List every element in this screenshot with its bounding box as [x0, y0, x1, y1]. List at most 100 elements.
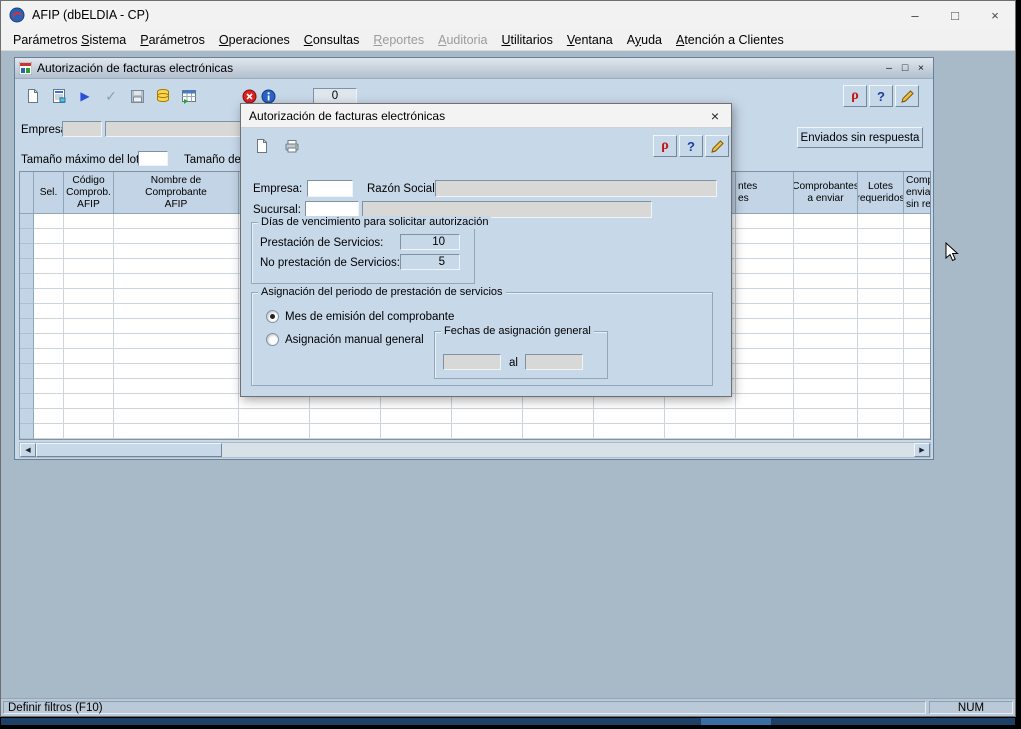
table-cell	[114, 334, 239, 349]
table-cell	[20, 349, 34, 364]
menu-item[interactable]: Atención a Clientes	[669, 31, 791, 49]
column-header[interactable]: Lotes requeridos	[858, 172, 904, 213]
table-cell	[794, 424, 858, 439]
menu-item[interactable]: Utilitarios	[494, 31, 559, 49]
table-cell	[904, 409, 931, 424]
dialog-title: Autorización de facturas electrónicas	[249, 109, 445, 123]
database-icon[interactable]	[151, 84, 175, 108]
dialog-new-document-icon[interactable]	[249, 134, 275, 158]
table-cell	[20, 319, 34, 334]
close-button[interactable]: ×	[975, 1, 1015, 29]
screen: AFIP (dbELDIA - CP) – □ × Parámetros Sis…	[0, 0, 1021, 729]
counter-field[interactable]	[313, 88, 357, 104]
menu-item[interactable]: Parámetros	[133, 31, 212, 49]
table-cell	[64, 379, 114, 394]
table-cell	[114, 319, 239, 334]
prestacion-field[interactable]	[400, 234, 460, 250]
child-minimize-button[interactable]: –	[881, 61, 897, 76]
table-cell	[594, 424, 665, 439]
form-properties-icon[interactable]	[47, 84, 71, 108]
table-cell	[64, 289, 114, 304]
fecha-desde-field	[443, 354, 501, 370]
caption-buttons: – □ ×	[895, 1, 1015, 29]
table-cell	[736, 424, 794, 439]
child-window-title: Autorización de facturas electrónicas	[37, 61, 233, 75]
child-close-button[interactable]: ×	[913, 61, 929, 76]
menu-item[interactable]: Ventana	[560, 31, 620, 49]
window-title: AFIP (dbELDIA - CP)	[32, 8, 149, 22]
table-cell	[904, 289, 931, 304]
dialog-title-bar: Autorización de facturas electrónicas ×	[241, 104, 731, 128]
stop-circle-icon[interactable]	[241, 88, 258, 105]
table-cell	[858, 424, 904, 439]
table-cell	[858, 304, 904, 319]
table-cell	[34, 349, 64, 364]
table-cell	[665, 409, 736, 424]
table-cell	[736, 304, 794, 319]
table-cell	[310, 409, 381, 424]
no-prestacion-field[interactable]	[400, 254, 460, 270]
table-row[interactable]	[20, 409, 930, 424]
radio-mes-emision[interactable]	[266, 310, 279, 323]
new-document-icon[interactable]	[21, 84, 45, 108]
table-cell	[858, 349, 904, 364]
info-circle-icon[interactable]	[260, 88, 277, 105]
table-cell	[64, 424, 114, 439]
lote-field[interactable]	[138, 151, 168, 166]
column-header[interactable]: Comproba enviado sin respu	[904, 172, 931, 213]
table-cell	[64, 229, 114, 244]
table-cell	[858, 214, 904, 229]
column-header[interactable]: Nombre de Comprobante AFIP	[114, 172, 239, 213]
table-cell	[114, 394, 239, 409]
column-header[interactable]: Sel.	[34, 172, 64, 213]
menu-item[interactable]: Parámetros Sistema	[6, 31, 133, 49]
empresa-field[interactable]	[62, 121, 102, 137]
dialog-help-icon[interactable]: ?	[679, 135, 703, 157]
table-cell	[20, 304, 34, 319]
scroll-right-icon[interactable]: ▶	[914, 443, 930, 457]
table-cell	[858, 334, 904, 349]
minimize-button[interactable]: –	[895, 1, 935, 29]
table-cell	[736, 379, 794, 394]
maximize-button[interactable]: □	[935, 1, 975, 29]
help-icon[interactable]: ?	[869, 85, 893, 107]
exit-icon[interactable]: ρ	[843, 85, 867, 107]
dialog-close-button[interactable]: ×	[699, 104, 731, 127]
scrollbar-thumb[interactable]	[36, 443, 222, 457]
table-cell	[523, 409, 594, 424]
table-cell	[665, 424, 736, 439]
child-restore-button[interactable]: □	[897, 61, 913, 76]
dialog-printer-icon[interactable]	[279, 134, 305, 158]
column-header[interactable]: Código Comprob. AFIP	[64, 172, 114, 213]
confirm-icon[interactable]: ✓	[99, 84, 123, 108]
table-cell	[114, 379, 239, 394]
dialog-edit-pencil-icon[interactable]	[705, 135, 729, 157]
table-cell	[794, 289, 858, 304]
table-row[interactable]	[20, 424, 930, 439]
table-cell	[310, 424, 381, 439]
status-message: Definir filtros (F10)	[3, 701, 926, 714]
column-header[interactable]: Comprobantes a enviar	[794, 172, 858, 213]
dialog-empresa-field[interactable]	[307, 180, 353, 197]
table-cell	[794, 319, 858, 334]
export-grid-icon[interactable]	[177, 84, 201, 108]
enviados-sin-respuesta-button[interactable]: Enviados sin respuesta	[797, 127, 923, 148]
column-header[interactable]: ntes es	[736, 172, 794, 213]
run-icon[interactable]: ▶	[73, 84, 97, 108]
dialog-exit-icon[interactable]: ρ	[653, 135, 677, 157]
column-header	[20, 172, 34, 213]
scroll-left-icon[interactable]: ◀	[20, 443, 36, 457]
table-cell	[114, 259, 239, 274]
menu-item[interactable]: Ayuda	[620, 31, 669, 49]
table-cell	[858, 394, 904, 409]
menu-item[interactable]: Consultas	[297, 31, 367, 49]
dialog-sucursal-label: Sucursal:	[253, 204, 301, 216]
radio-asignacion-manual[interactable]	[266, 333, 279, 346]
edit-pencil-icon[interactable]	[895, 85, 919, 107]
table-cell	[64, 349, 114, 364]
dialog-empresa-label: Empresa:	[253, 183, 302, 195]
table-cell	[114, 244, 239, 259]
horizontal-scrollbar[interactable]: ◀ ▶	[19, 442, 931, 458]
menu-item[interactable]: Operaciones	[212, 31, 297, 49]
table-cell	[523, 424, 594, 439]
